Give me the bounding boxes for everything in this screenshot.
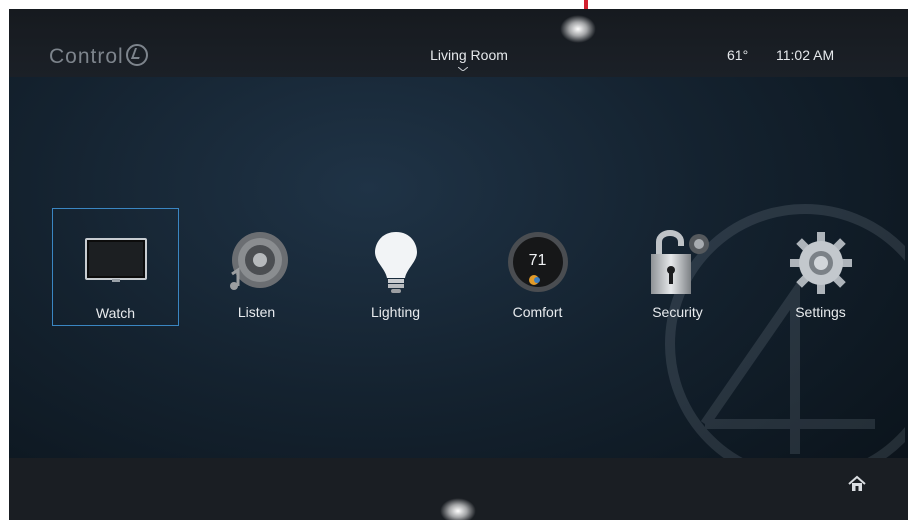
room-selector[interactable]: Living Room bbox=[419, 47, 519, 63]
tile-settings[interactable]: Settings bbox=[757, 208, 884, 326]
tile-label-listen: Listen bbox=[237, 304, 276, 320]
tile-watch[interactable]: Watch bbox=[52, 208, 179, 326]
logo-text: Control bbox=[49, 45, 124, 68]
tile-listen[interactable]: Listen bbox=[193, 208, 320, 326]
tile-label-settings: Settings bbox=[795, 304, 846, 320]
tile-comfort[interactable]: 71 Comfort bbox=[474, 208, 601, 326]
home-screen: Control Living Room 61° 11:02 AM Watch L… bbox=[9, 9, 908, 520]
tv-icon bbox=[84, 238, 147, 282]
clock: 11:02 AM bbox=[776, 47, 835, 63]
home-icon[interactable] bbox=[847, 474, 867, 494]
gear-icon bbox=[789, 232, 852, 294]
speaker-icon bbox=[229, 232, 288, 290]
tile-label-watch: Watch bbox=[95, 305, 136, 321]
screen-glare-top bbox=[560, 15, 596, 43]
tile-lighting[interactable]: Lighting bbox=[332, 208, 459, 326]
chevron-down-icon[interactable] bbox=[458, 67, 468, 71]
control4-logo: Control bbox=[49, 44, 148, 69]
temperature-readout: 61° bbox=[727, 47, 749, 63]
padlock-icon bbox=[650, 230, 709, 294]
tile-label-security: Security bbox=[652, 304, 703, 320]
control4-logo-mark-icon bbox=[125, 44, 148, 66]
tile-security[interactable]: Security bbox=[614, 208, 741, 326]
thermostat-setpoint: 71 bbox=[528, 252, 547, 269]
lightbulb-icon bbox=[374, 232, 417, 293]
tile-label-comfort: Comfort bbox=[512, 304, 563, 320]
tile-label-lighting: Lighting bbox=[370, 304, 421, 320]
screen-glare-bottom bbox=[440, 498, 476, 524]
